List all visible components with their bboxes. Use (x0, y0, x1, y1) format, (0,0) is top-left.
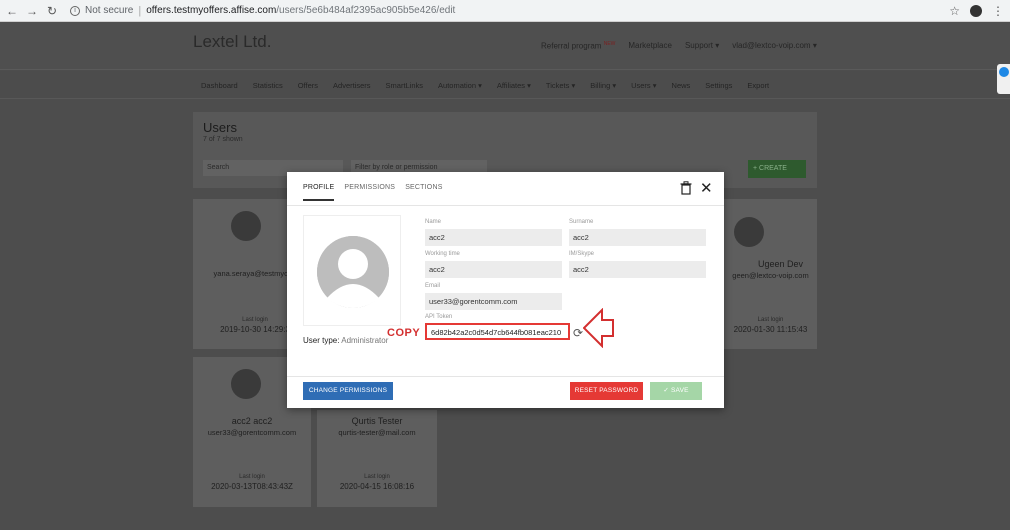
user-silhouette-icon (317, 236, 389, 308)
tab-permissions[interactable]: PERMISSIONS (344, 184, 395, 201)
trash-icon[interactable] (680, 181, 692, 195)
avatar-placeholder (317, 236, 389, 308)
working-time-label: Working time (425, 251, 460, 257)
edit-user-modal: PROFILE PERMISSIONS SECTIONS ✕ User type… (287, 172, 724, 408)
last-login-date: 2020-01-30 11:15:43 (733, 325, 808, 334)
url-host: offers.testmyoffers.affise.com (146, 5, 277, 16)
account-menu[interactable]: vlad@lextco-voip.com ▾ (732, 41, 817, 51)
surname-field[interactable]: acc2 (569, 229, 706, 246)
avatar (231, 211, 261, 241)
shown-count: 7 of 7 shown (203, 136, 243, 143)
security-label: Not secure (85, 5, 134, 16)
chat-icon (999, 67, 1009, 77)
last-login-label: Last login (757, 317, 784, 323)
im-label: IM/Skype (569, 251, 595, 257)
user-name: Ugeen Dev (757, 259, 804, 269)
footer-divider (287, 376, 724, 377)
reload-icon[interactable]: ↻ (44, 4, 60, 18)
im-field[interactable]: acc2 (569, 261, 706, 278)
nav-news[interactable]: News (672, 81, 691, 90)
close-icon[interactable]: ✕ (700, 179, 713, 197)
nav-tickets[interactable]: Tickets ▾ (546, 81, 575, 90)
nav-settings[interactable]: Settings (705, 81, 732, 90)
nav-affiliates[interactable]: Affiliates ▾ (497, 81, 531, 90)
nav-statistics[interactable]: Statistics (253, 81, 283, 90)
api-token-label: API Token (425, 314, 453, 320)
avatar-upload[interactable] (303, 215, 401, 326)
user-name: Qurtis Tester (351, 416, 403, 426)
surname-label: Surname (569, 219, 594, 225)
referral-link[interactable]: Referral program NEW (541, 41, 615, 51)
star-icon[interactable]: ☆ (949, 4, 960, 18)
url-path: /users/5e6b484af2395ac905b5e426/edit (276, 5, 456, 16)
user-card[interactable]: Qurtis Tester qurtis-tester@mail.com Las… (317, 410, 437, 507)
info-icon: i (70, 5, 80, 16)
create-button[interactable]: + CREATE (748, 160, 806, 178)
nav-automation[interactable]: Automation ▾ (438, 81, 482, 90)
app-header: Lextel Ltd. Referral program NEW Marketp… (0, 22, 1010, 70)
email-label: Email (425, 283, 441, 289)
browser-toolbar: ← → ↻ i Not secure | offers.testmyoffers… (0, 0, 1010, 22)
security-indicator[interactable]: i Not secure (70, 5, 133, 16)
tab-profile[interactable]: PROFILE (303, 184, 335, 201)
brand-logo[interactable]: Lextel Ltd. (193, 32, 271, 52)
nav-advertisers[interactable]: Advertisers (333, 81, 371, 90)
marketplace-link[interactable]: Marketplace (628, 41, 672, 51)
forward-icon[interactable]: → (24, 4, 40, 18)
email-field[interactable]: user33@gorentcomm.com (425, 293, 562, 310)
working-time-field[interactable]: acc2 (425, 261, 562, 278)
chat-widget[interactable] (997, 64, 1010, 94)
user-card[interactable]: Ugeen Dev geen@lextco-voip.com Last logi… (724, 199, 817, 349)
avatar (231, 369, 261, 399)
save-button[interactable]: ✓ SAVE (650, 382, 702, 400)
api-token-field[interactable]: 6d82b42a2c0d54d7cb644fb081eac210 (425, 323, 570, 340)
header-divider (287, 205, 724, 206)
top-links: Referral program NEW Marketplace Support… (541, 41, 817, 51)
last-login-date: 2020-04-15 16:08:16 (339, 482, 415, 491)
profile-icon[interactable] (970, 4, 982, 17)
avatar (734, 217, 764, 247)
nav-billing[interactable]: Billing ▾ (590, 81, 616, 90)
user-type: User type: Administrator (303, 336, 388, 345)
url-separator: | (138, 4, 142, 17)
user-email: qurtis-tester@mail.com (338, 428, 416, 437)
tab-sections[interactable]: SECTIONS (405, 184, 442, 201)
last-login-date: 2020-03-13T08:43:43Z (211, 482, 293, 491)
modal-tabs: PROFILE PERMISSIONS SECTIONS (303, 184, 443, 201)
name-field[interactable]: acc2 (425, 229, 562, 246)
nav-dashboard[interactable]: Dashboard (201, 81, 238, 90)
user-type-label: User type: (303, 336, 340, 345)
nav-users[interactable]: Users ▾ (631, 81, 656, 90)
new-badge: NEW (603, 41, 616, 47)
address-bar[interactable]: offers.testmyoffers.affise.com/users/5e6… (146, 5, 455, 16)
name-label: Name (425, 219, 442, 225)
user-type-value: Administrator (341, 336, 389, 345)
copy-annotation-label: COPY (387, 327, 421, 339)
regenerate-token-icon[interactable]: ⟳ (573, 326, 583, 340)
back-icon[interactable]: ← (4, 4, 20, 18)
support-menu[interactable]: Support ▾ (685, 41, 719, 51)
last-login-label: Last login (364, 474, 390, 480)
user-email: user33@gorentcomm.com (207, 428, 297, 437)
main-nav: Dashboard Statistics Offers Advertisers … (0, 71, 1010, 99)
nav-smartlinks[interactable]: SmartLinks (386, 81, 424, 90)
last-login-label: Last login (239, 474, 265, 480)
nav-export[interactable]: Export (747, 81, 769, 90)
user-name: acc2 acc2 (231, 416, 273, 426)
menu-icon[interactable]: ⋮ (992, 4, 1004, 18)
nav-offers[interactable]: Offers (298, 81, 318, 90)
reset-password-button[interactable]: RESET PASSWORD (570, 382, 643, 400)
page-title: Users (203, 120, 237, 135)
user-email: geen@lextco-voip.com (732, 271, 809, 280)
annotation-arrow-icon (583, 308, 614, 348)
change-permissions-button[interactable]: CHANGE PERMISSIONS (303, 382, 393, 400)
